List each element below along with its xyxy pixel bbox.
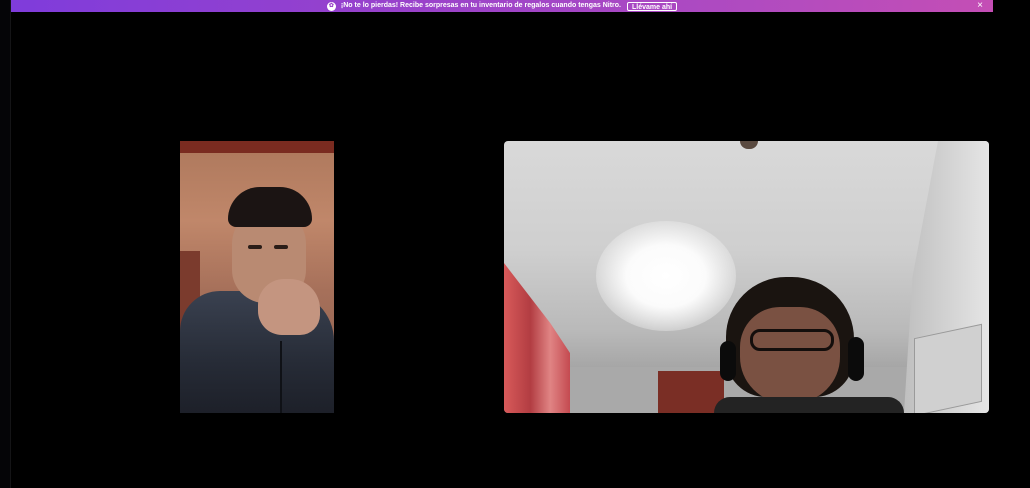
camera-feed-ceiling-fixture: [740, 141, 758, 149]
camera-feed-person-face: [740, 307, 840, 403]
camera-feed-jacket-zip: [280, 341, 282, 413]
participant-video-tile-1[interactable]: [180, 141, 334, 413]
camera-feed-hand: [258, 279, 320, 335]
camera-feed-eye: [274, 245, 288, 249]
camera-feed-person-hair: [228, 187, 312, 227]
camera-feed-headphones: [848, 337, 864, 381]
nitro-promo-banner: ✿ ¡No te lo pierdas! Recibe sorpresas en…: [11, 0, 993, 12]
participant-video-tile-2[interactable]: [504, 141, 989, 413]
left-sidebar-edge: [0, 0, 11, 488]
banner-message: ¡No te lo pierdas! Recibe sorpresas en t…: [340, 2, 621, 9]
camera-feed-curtain: [504, 263, 570, 413]
camera-feed-ceiling-light: [596, 221, 736, 331]
take-me-there-button[interactable]: Llévame ahí: [627, 1, 678, 11]
camera-feed-eye: [248, 245, 262, 249]
camera-feed-wall-picture: [914, 323, 982, 413]
camera-feed-glasses: [750, 329, 834, 351]
camera-feed-headphones: [720, 341, 736, 381]
close-icon[interactable]: ×: [977, 0, 983, 12]
right-edge: [993, 0, 1030, 488]
camera-feed-person-shirt: [714, 397, 904, 413]
nitro-icon: ✿: [326, 1, 336, 11]
voice-video-call-view: ✿ ¡No te lo pierdas! Recibe sorpresas en…: [0, 0, 1030, 488]
